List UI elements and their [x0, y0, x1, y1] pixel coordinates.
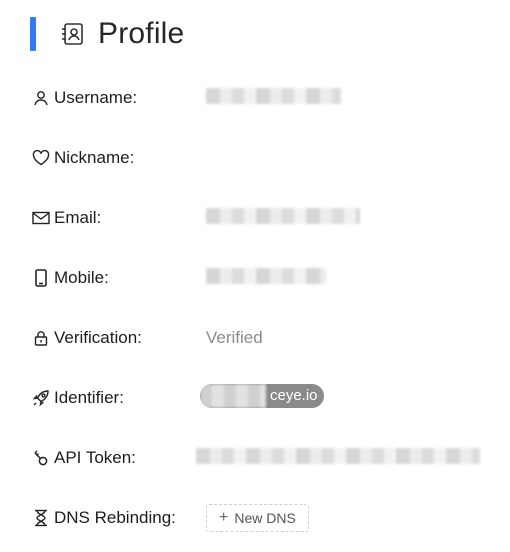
header-accent-bar — [30, 17, 36, 51]
plus-icon: + — [219, 509, 229, 526]
identifier-value: ceye.io — [200, 383, 324, 413]
mobile-row: Mobile: — [30, 263, 500, 293]
mail-icon — [30, 207, 52, 229]
nickname-row: Nickname: — [30, 143, 500, 173]
api-token-row: API Token: — [30, 443, 500, 473]
heart-icon — [30, 147, 52, 169]
username-value — [206, 87, 341, 109]
key-icon — [30, 447, 52, 469]
username-label: Username: — [54, 88, 138, 107]
new-dns-button[interactable]: + New DNS — [206, 504, 309, 532]
page-title: Profile — [98, 17, 185, 50]
dns-rebinding-value: + New DNS — [206, 504, 309, 532]
contact-card-icon — [58, 19, 88, 49]
rocket-icon — [30, 387, 52, 409]
phone-icon — [30, 267, 52, 289]
hourglass-icon — [30, 507, 52, 529]
verification-status: Verified — [206, 328, 263, 347]
lock-icon — [30, 327, 52, 349]
user-icon — [30, 87, 52, 109]
email-value — [206, 207, 360, 229]
verification-row: Verification: Verified — [30, 323, 500, 353]
identifier-row: Identifier: ceye.io — [30, 383, 500, 413]
dns-rebinding-label: DNS Rebinding: — [54, 508, 176, 527]
api-token-value — [196, 447, 480, 469]
username-row: Username: — [30, 83, 500, 113]
api-token-label: API Token: — [54, 448, 136, 467]
dns-rebinding-row: DNS Rebinding: + New DNS — [30, 503, 500, 533]
email-row: Email: — [30, 203, 500, 233]
new-dns-label: New DNS — [234, 510, 296, 526]
identifier-redacted — [200, 383, 266, 408]
identifier-domain: ceye.io — [270, 387, 318, 404]
mobile-value — [206, 267, 326, 289]
email-label: Email: — [54, 208, 102, 227]
identifier-pill: ceye.io — [200, 383, 324, 408]
mobile-label: Mobile: — [54, 268, 109, 287]
identifier-label: Identifier: — [54, 388, 124, 407]
page-header: Profile — [30, 14, 184, 54]
verification-label: Verification: — [54, 328, 142, 347]
nickname-label: Nickname: — [54, 148, 135, 167]
